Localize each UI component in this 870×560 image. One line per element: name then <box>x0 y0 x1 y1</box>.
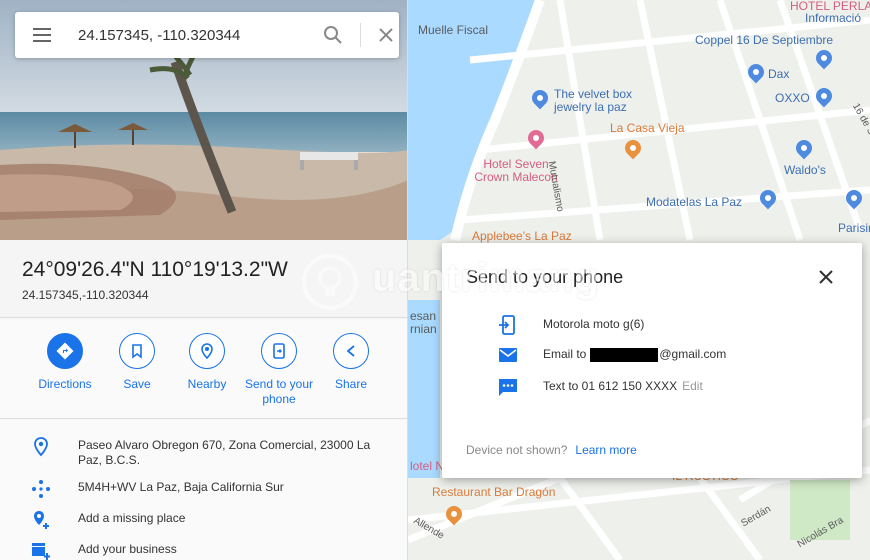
action-buttons: Directions Save Nearby Send to your phon… <box>0 319 407 419</box>
send-to-phone-dialog: Send to your phone Motorola moto g(6) Em… <box>442 243 862 478</box>
email-icon <box>499 348 517 362</box>
map-label-hotel-n: lotel N <box>410 459 445 473</box>
sms-edit-link[interactable]: Edit <box>682 379 703 393</box>
add-missing-place-text: Add a missing place <box>78 511 186 525</box>
map-label-informacion: Informació <box>805 11 862 25</box>
dialog-title: Send to your phone <box>466 267 624 287</box>
share-icon <box>346 345 355 357</box>
device-option-email[interactable]: Email to @gmail.com <box>497 344 837 366</box>
email-prefix: Email to <box>543 347 587 361</box>
place-info-list: Paseo Alvaro Obregon 670, Zona Comercial… <box>0 420 407 560</box>
device-email-label: Email to @gmail.com <box>543 347 726 362</box>
map-label-oxxo[interactable]: OXXO <box>775 92 810 105</box>
nearby-label: Nearby <box>187 377 227 391</box>
share-button[interactable]: Share <box>314 333 388 392</box>
learn-more-link[interactable]: Learn more <box>575 443 636 457</box>
directions-label: Directions <box>38 377 92 391</box>
redacted-email <box>590 347 659 362</box>
device-option-phone[interactable]: Motorola moto g(6) <box>497 314 837 336</box>
email-suffix: @gmail.com <box>659 347 727 361</box>
add-place-icon <box>34 511 49 529</box>
street-view-photo[interactable] <box>0 0 407 240</box>
map-label-waldos[interactable]: Waldo's <box>784 164 826 177</box>
save-button[interactable]: Save <box>100 333 174 392</box>
nearby-icon <box>201 343 213 359</box>
map-label-restaurant[interactable]: Restaurant Bar Dragón <box>432 486 555 499</box>
device-sms-label: Text to 01 612 150 XXXX Edit <box>543 379 703 393</box>
plus-code-text: 5M4H+WV La Paz, Baja California Sur <box>78 480 284 494</box>
directions-icon <box>56 342 74 360</box>
sms-text: Text to 01 612 150 XXXX <box>543 379 678 393</box>
plus-code-icon <box>32 480 50 498</box>
place-panel: 24°09'26.4"N 110°19'13.2"W 24.157345,-11… <box>0 0 408 560</box>
share-label: Share <box>334 377 368 391</box>
map-label-velvet[interactable]: The velvet box jewelry la paz <box>554 88 654 114</box>
map-label-muelle: Muelle Fiscal <box>418 23 489 37</box>
hamburger-menu-icon[interactable] <box>33 28 51 42</box>
device-phone-label: Motorola moto g(6) <box>543 317 645 331</box>
save-label: Save <box>123 377 151 391</box>
search-icon[interactable] <box>323 25 343 45</box>
map-label-rnian: rnian <box>410 322 437 336</box>
device-not-shown-text: Device not shown? <box>466 443 568 457</box>
search-divider <box>360 23 361 47</box>
map-label-applebees[interactable]: Applebee's La Paz <box>472 230 572 243</box>
phone-send-icon <box>499 315 515 335</box>
map-label-modatelas[interactable]: Modatelas La Paz <box>646 196 742 209</box>
map-label-casa-vieja[interactable]: La Casa Vieja <box>610 122 685 135</box>
close-dialog-icon[interactable] <box>816 267 836 287</box>
search-bar <box>15 12 399 58</box>
device-option-sms[interactable]: Text to 01 612 150 XXXX Edit <box>497 376 837 398</box>
send-to-phone-button[interactable]: Send to your phone <box>242 333 316 407</box>
send-to-phone-icon <box>273 343 285 359</box>
map-label-parisina[interactable]: Parisin <box>838 222 870 235</box>
nearby-button[interactable]: Nearby <box>170 333 244 392</box>
bookmark-icon <box>132 344 142 359</box>
close-search-icon[interactable] <box>377 26 395 44</box>
add-business-text: Add your business <box>78 542 177 556</box>
place-header: 24°09'26.4"N 110°19'13.2"W 24.157345,-11… <box>0 240 407 318</box>
sms-icon <box>499 379 517 396</box>
map-label-dax[interactable]: Dax <box>768 68 789 81</box>
location-pin-icon <box>34 437 48 457</box>
search-input[interactable] <box>78 24 298 46</box>
map-label-coppel[interactable]: Coppel 16 De Septiembre <box>695 34 833 47</box>
add-business-icon <box>32 543 50 560</box>
coordinate-subtitle: 24.157345,-110.320344 <box>22 288 149 302</box>
directions-button[interactable]: Directions <box>28 333 102 392</box>
dialog-footer: Device not shown? Learn more <box>466 443 637 457</box>
address-text: Paseo Alvaro Obregon 670, Zona Comercial… <box>78 438 371 467</box>
send-to-phone-label: Send to your phone <box>244 377 314 406</box>
page-title: 24°09'26.4"N 110°19'13.2"W <box>22 258 288 281</box>
